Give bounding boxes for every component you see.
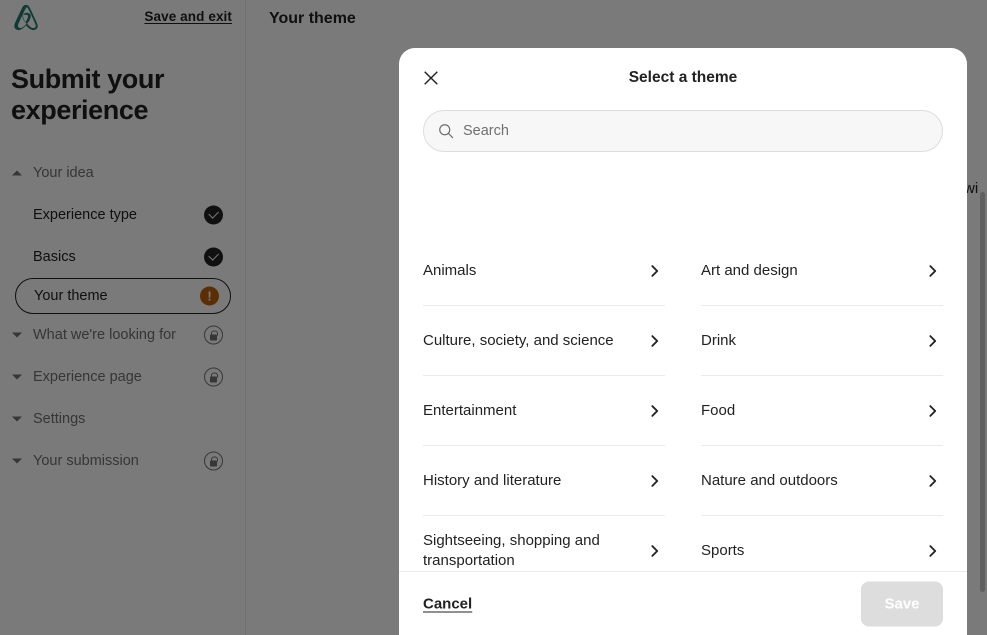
save-button[interactable]: Save <box>861 581 943 626</box>
theme-cell: Culture, society, and science <box>423 306 665 376</box>
theme-cell: Art and design <box>701 236 943 306</box>
search-section <box>399 110 967 152</box>
chevron-right-icon <box>648 474 661 487</box>
cancel-button[interactable]: Cancel <box>423 589 472 618</box>
theme-item-history-and-literature[interactable]: History and literature <box>423 446 665 515</box>
theme-cell: Nature and outdoors <box>701 446 943 516</box>
chevron-right-icon <box>926 264 939 277</box>
theme-label: Entertainment <box>423 401 517 419</box>
modal-header: Select a theme <box>399 48 967 110</box>
theme-item-sports[interactable]: Sports <box>701 516 943 571</box>
theme-item-sightseeing-shopping-and-transportation[interactable]: Sightseeing, shopping and transportation <box>423 516 665 571</box>
theme-cell: Drink <box>701 306 943 376</box>
search-icon <box>438 123 454 139</box>
chevron-right-icon <box>926 474 939 487</box>
select-theme-modal: Select a theme Animals <box>399 48 967 635</box>
chevron-right-icon <box>926 334 939 347</box>
theme-item-food[interactable]: Food <box>701 376 943 445</box>
theme-cell: History and literature <box>423 446 665 516</box>
theme-cell: Sightseeing, shopping and transportation <box>423 516 665 571</box>
theme-cell: Animals <box>423 236 665 306</box>
chevron-right-icon <box>926 404 939 417</box>
chevron-right-icon <box>648 334 661 347</box>
theme-item-nature-and-outdoors[interactable]: Nature and outdoors <box>701 446 943 515</box>
chevron-right-icon <box>648 404 661 417</box>
theme-label: Drink <box>701 331 737 349</box>
theme-label: Culture, society, and science <box>423 331 614 349</box>
theme-label: Sightseeing, shopping and transportation <box>423 531 600 569</box>
chevron-right-icon <box>648 264 661 277</box>
theme-item-animals[interactable]: Animals <box>423 236 665 305</box>
theme-label: Nature and outdoors <box>701 471 838 489</box>
app-root: Save and exit Submit your experience You… <box>0 0 987 635</box>
theme-cell: Food <box>701 376 943 446</box>
theme-item-art-and-design[interactable]: Art and design <box>701 236 943 305</box>
search-box[interactable] <box>423 110 943 152</box>
search-input[interactable] <box>463 123 942 139</box>
theme-item-drink[interactable]: Drink <box>701 306 943 375</box>
theme-item-culture-society-and-science[interactable]: Culture, society, and science <box>423 306 665 375</box>
chevron-right-icon <box>926 544 939 557</box>
theme-list-scroll[interactable]: Animals Art and design Culture, society,… <box>399 236 967 571</box>
modal-footer: Cancel Save <box>399 571 967 635</box>
theme-label: Animals <box>423 261 477 279</box>
theme-cell: Sports <box>701 516 943 571</box>
theme-item-entertainment[interactable]: Entertainment <box>423 376 665 445</box>
modal-title: Select a theme <box>628 69 738 86</box>
chevron-right-icon <box>648 544 661 557</box>
theme-grid: Animals Art and design Culture, society,… <box>423 236 943 571</box>
theme-label: History and literature <box>423 471 562 489</box>
theme-label: Food <box>701 401 736 419</box>
theme-cell: Entertainment <box>423 376 665 446</box>
theme-label: Sports <box>701 541 745 559</box>
theme-label: Art and design <box>701 261 798 279</box>
